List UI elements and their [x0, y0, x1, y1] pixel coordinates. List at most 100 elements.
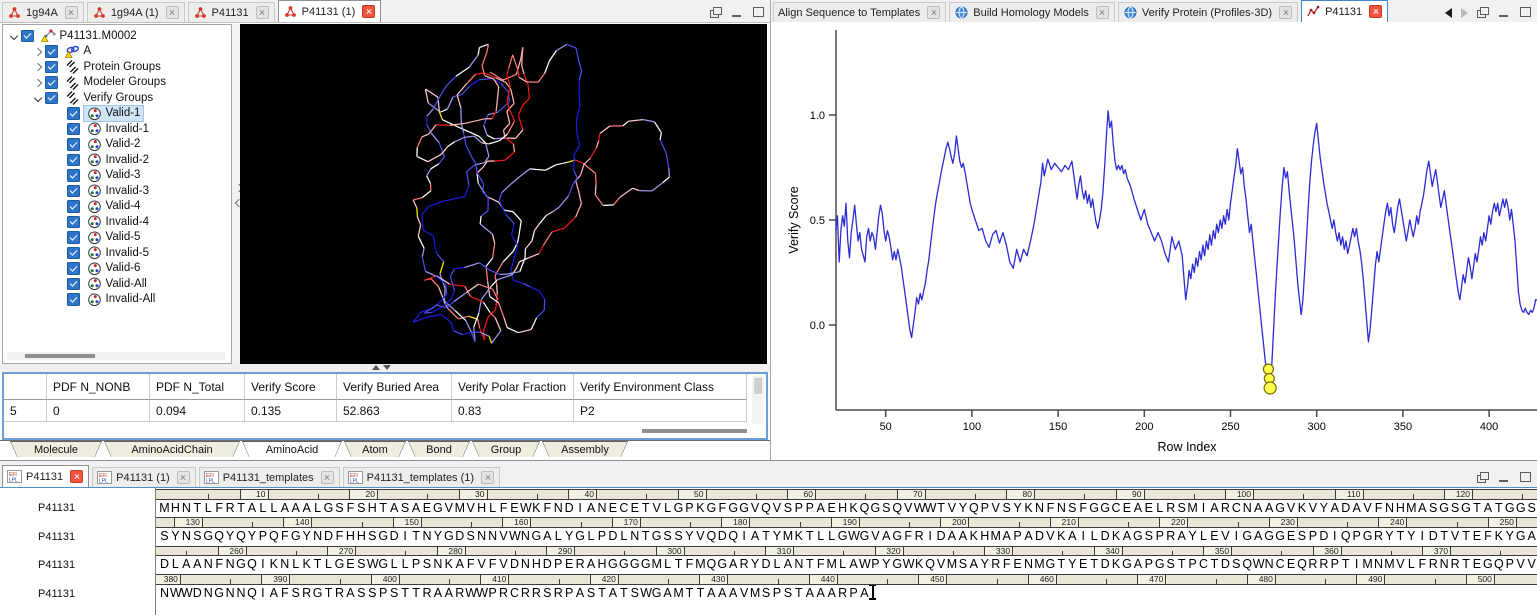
- residue[interactable]: A: [586, 500, 597, 518]
- residue[interactable]: P: [979, 500, 990, 518]
- tree-item-content[interactable]: Modeler Groups: [62, 75, 169, 91]
- residue[interactable]: Q: [1297, 556, 1308, 574]
- residue[interactable]: N: [629, 528, 640, 546]
- residue[interactable]: D: [717, 528, 728, 546]
- residue[interactable]: D: [761, 556, 772, 574]
- residue[interactable]: L: [662, 556, 673, 574]
- residue[interactable]: Y: [247, 528, 258, 546]
- residue[interactable]: K: [1111, 556, 1122, 574]
- residue[interactable]: T: [1461, 528, 1472, 546]
- residue[interactable]: G: [1461, 500, 1472, 518]
- residue[interactable]: V: [1526, 556, 1537, 574]
- residue[interactable]: A: [815, 500, 826, 518]
- residue[interactable]: Q: [968, 500, 979, 518]
- residue[interactable]: L: [772, 556, 783, 574]
- residue[interactable]: T: [1056, 556, 1067, 574]
- residue[interactable]: A: [815, 585, 826, 603]
- sheet-tab-molecule[interactable]: Molecule: [10, 441, 102, 457]
- residue[interactable]: S: [1067, 500, 1078, 518]
- tree-item-valid-4[interactable]: Valid-4: [3, 199, 231, 215]
- residue[interactable]: W: [1253, 556, 1264, 574]
- tree-item-verify-groups[interactable]: Verify Groups: [3, 90, 231, 106]
- residue[interactable]: R: [531, 585, 542, 603]
- visibility-checkbox[interactable]: [45, 45, 58, 58]
- residue[interactable]: N: [432, 556, 443, 574]
- residue[interactable]: C: [1111, 500, 1122, 518]
- residue[interactable]: M: [1362, 556, 1373, 574]
- residue[interactable]: A: [389, 500, 400, 518]
- residue[interactable]: G: [1504, 500, 1515, 518]
- residue[interactable]: N: [553, 500, 564, 518]
- residue[interactable]: Q: [1340, 528, 1351, 546]
- residue[interactable]: C: [509, 585, 520, 603]
- residue[interactable]: P: [597, 528, 608, 546]
- residue[interactable]: N: [225, 556, 236, 574]
- tree-item-content[interactable]: Valid-3: [84, 168, 144, 184]
- residue[interactable]: G: [640, 556, 651, 574]
- residue[interactable]: N: [203, 585, 214, 603]
- residue[interactable]: W: [520, 500, 531, 518]
- residue[interactable]: P: [378, 585, 389, 603]
- close-icon[interactable]: [362, 5, 375, 18]
- residue[interactable]: S: [673, 528, 684, 546]
- tab-p41131[interactable]: P41131: [1301, 0, 1388, 22]
- residue[interactable]: S: [400, 500, 411, 518]
- residue[interactable]: A: [1122, 528, 1133, 546]
- residue[interactable]: V: [443, 500, 454, 518]
- residue[interactable]: L: [257, 500, 268, 518]
- residue[interactable]: N: [203, 556, 214, 574]
- sheet-tab-assembly[interactable]: Assembly: [542, 441, 628, 457]
- residue[interactable]: R: [301, 585, 312, 603]
- tree-item-invalid-3[interactable]: Invalid-3: [3, 183, 231, 199]
- residue[interactable]: P: [1143, 556, 1154, 574]
- residue[interactable]: Y: [301, 528, 312, 546]
- residue[interactable]: M: [782, 528, 793, 546]
- residue[interactable]: G: [892, 528, 903, 546]
- residue[interactable]: A: [968, 556, 979, 574]
- residue[interactable]: G: [1089, 500, 1100, 518]
- residue[interactable]: A: [345, 585, 356, 603]
- residue[interactable]: G: [1275, 528, 1286, 546]
- residue[interactable]: Y: [979, 556, 990, 574]
- residue[interactable]: S: [356, 556, 367, 574]
- residue[interactable]: L: [837, 556, 848, 574]
- residue[interactable]: F: [815, 556, 826, 574]
- residue[interactable]: A: [848, 556, 859, 574]
- residue[interactable]: A: [575, 585, 586, 603]
- tree-item-valid-2[interactable]: Valid-2: [3, 137, 231, 153]
- residue[interactable]: S: [1450, 500, 1461, 518]
- tree-item-content[interactable]: Invalid-1: [84, 121, 152, 137]
- residue[interactable]: L: [389, 556, 400, 574]
- residue[interactable]: H: [979, 528, 990, 546]
- residue[interactable]: G: [1122, 556, 1133, 574]
- tree-item-valid-3[interactable]: Valid-3: [3, 168, 231, 184]
- residue[interactable]: A: [881, 528, 892, 546]
- residue[interactable]: I: [575, 500, 586, 518]
- residue[interactable]: G: [323, 500, 334, 518]
- residue[interactable]: P: [793, 500, 804, 518]
- residue[interactable]: F: [465, 556, 476, 574]
- visibility-checkbox[interactable]: [67, 231, 80, 244]
- table-horizontal-scrollbar[interactable]: [642, 429, 747, 433]
- residue[interactable]: S: [881, 500, 892, 518]
- residue[interactable]: G: [607, 556, 618, 574]
- residue[interactable]: S: [957, 556, 968, 574]
- residue[interactable]: M: [1034, 556, 1045, 574]
- tree-item-content[interactable]: Valid-2: [84, 137, 144, 153]
- close-icon[interactable]: [927, 6, 940, 19]
- residue[interactable]: E: [1122, 500, 1133, 518]
- minimize-button[interactable]: [1498, 472, 1510, 483]
- table-header-PDF N_Total[interactable]: PDF N_Total: [150, 374, 245, 400]
- visibility-checkbox[interactable]: [67, 293, 80, 306]
- residue[interactable]: D: [389, 528, 400, 546]
- tab-1g94a[interactable]: 1g94A: [2, 2, 84, 22]
- maximize-button[interactable]: [1519, 7, 1531, 18]
- residue[interactable]: Q: [268, 528, 279, 546]
- residue[interactable]: G: [1439, 500, 1450, 518]
- residue[interactable]: A: [859, 585, 870, 603]
- sheet-tab-atom[interactable]: Atom: [344, 441, 406, 457]
- residue[interactable]: S: [356, 585, 367, 603]
- residue[interactable]: P: [411, 556, 422, 574]
- residue[interactable]: P: [870, 556, 881, 574]
- residue[interactable]: K: [695, 500, 706, 518]
